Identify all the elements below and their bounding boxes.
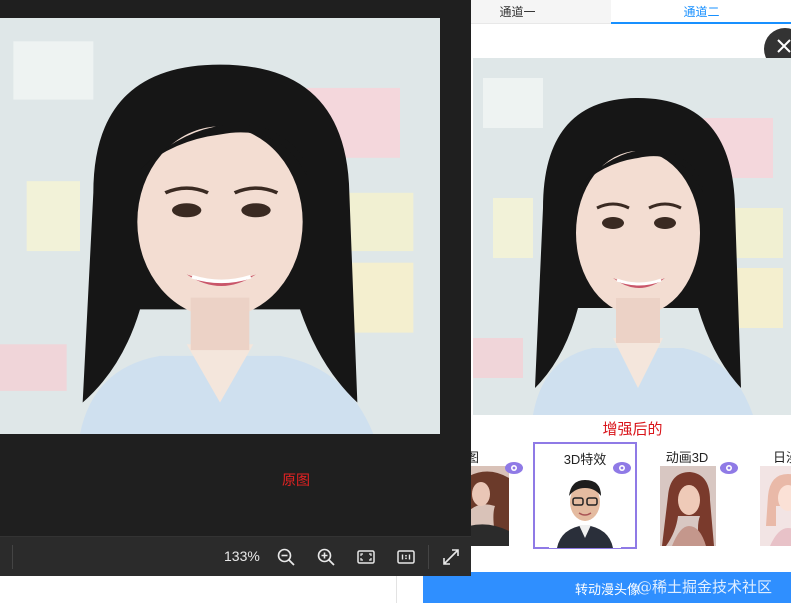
zoom-out-icon[interactable]	[276, 547, 296, 567]
eye-icon[interactable]	[613, 462, 631, 474]
zoom-in-icon[interactable]	[316, 547, 336, 567]
original-label: 原图	[282, 472, 310, 488]
effect-label: 日漫	[773, 450, 791, 465]
effect-item-anime3d[interactable]: 动画3D	[652, 442, 722, 552]
fit-screen-icon[interactable]	[356, 547, 376, 567]
fullscreen-icon[interactable]	[441, 547, 461, 567]
effect-thumbnail	[760, 466, 791, 546]
close-icon	[777, 39, 791, 53]
original-photo	[0, 18, 440, 434]
effect-list: 原图 3D特效 动画3D 日漫	[467, 442, 791, 557]
toolbar-divider	[12, 545, 13, 569]
effect-thumbnail	[549, 470, 621, 548]
effect-label: 原图	[467, 450, 479, 465]
toolbar-divider	[428, 545, 429, 569]
effect-item-3d[interactable]: 3D特效	[533, 442, 637, 549]
effect-thumbnail	[660, 466, 716, 546]
enhanced-photo	[473, 58, 791, 415]
viewer-toolbar: 133%	[0, 536, 471, 576]
image-viewer: 原图 133%	[0, 0, 471, 576]
effect-item-japanese-anime[interactable]: 日漫	[757, 442, 791, 552]
effect-item-original[interactable]: 原图	[467, 442, 509, 552]
tab-channel-2[interactable]: 通道二	[611, 0, 791, 24]
effect-thumbnail	[469, 466, 509, 546]
actual-size-icon[interactable]	[396, 547, 416, 567]
enhanced-label: 增强后的	[602, 421, 663, 438]
eye-icon[interactable]	[720, 462, 738, 474]
watermark: @稀土掘金技术社区	[637, 578, 773, 596]
effect-label: 动画3D	[665, 450, 709, 465]
active-tab-indicator	[611, 22, 791, 24]
eye-icon[interactable]	[505, 462, 523, 474]
zoom-level: 133%	[224, 548, 260, 564]
